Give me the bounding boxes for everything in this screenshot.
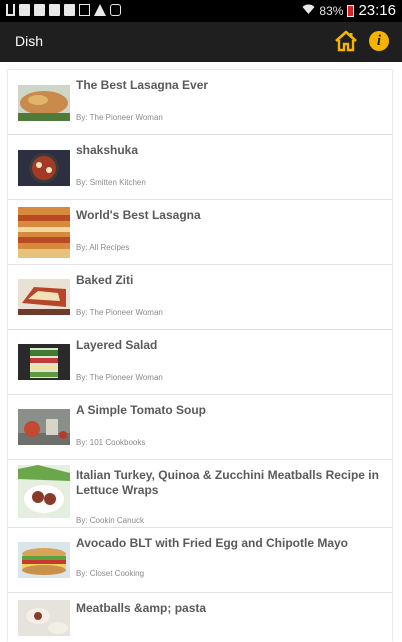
recipe-thumbnail (18, 85, 70, 121)
recipe-title: Layered Salad (76, 338, 158, 352)
recipe-author: By: The Pioneer Woman (76, 308, 163, 317)
status-indicators: 83% 23:16 (302, 2, 396, 19)
recipe-title: Baked Ziti (76, 273, 134, 287)
recipe-title: World's Best Lasagna (76, 208, 201, 222)
home-icon (335, 30, 357, 52)
list-item[interactable]: Meatballs &amp; pasta (8, 593, 392, 642)
recipe-title: A Simple Tomato Soup (76, 403, 207, 417)
home-button[interactable] (334, 29, 358, 53)
recipe-title: The Best Lasagna Ever (76, 78, 209, 92)
list-item[interactable]: World's Best Lasagna By: All Recipes (8, 200, 392, 265)
message-icon (19, 4, 30, 16)
recipe-author: By: All Recipes (76, 243, 130, 252)
usb-icon (6, 4, 15, 16)
recipe-title: Meatballs &amp; pasta (76, 601, 207, 615)
message-icon (34, 4, 45, 16)
recipe-title: Italian Turkey, Quinoa & Zucchini Meatba… (76, 468, 379, 497)
recipe-thumbnail (18, 150, 70, 186)
recipe-thumbnail (18, 600, 70, 636)
status-bar: 83% 23:16 (0, 0, 402, 22)
recipe-author: By: The Pioneer Woman (76, 113, 163, 122)
recipe-thumbnail (18, 465, 70, 518)
message-icon (64, 4, 75, 16)
message-icon (49, 4, 60, 16)
recipe-author: By: Closet Cooking (76, 569, 145, 578)
wifi-icon (302, 3, 315, 18)
list-item[interactable]: Italian Turkey, Quinoa & Zucchini Meatba… (8, 460, 392, 528)
info-button[interactable]: i (369, 31, 389, 51)
action-bar: Dish i (0, 22, 402, 62)
notification-icons (6, 4, 121, 16)
warning-icon (94, 4, 106, 16)
recipe-title: shakshuka (76, 143, 139, 157)
battery-icon (347, 4, 355, 17)
clock: 23:16 (358, 2, 396, 19)
list-item[interactable]: A Simple Tomato Soup By: 101 Cookbooks (8, 395, 392, 460)
recipe-thumbnail (18, 207, 70, 258)
list-item[interactable]: Layered Salad By: The Pioneer Woman (8, 330, 392, 395)
recipe-author: By: 101 Cookbooks (76, 438, 146, 447)
recipe-author: By: Cookin Canuck (76, 516, 145, 525)
list-item[interactable]: Avocado BLT with Fried Egg and Chipotle … (8, 528, 392, 593)
recipe-thumbnail (18, 409, 70, 445)
list-item[interactable]: shakshuka By: Smitten Kitchen (8, 135, 392, 200)
sync-icon (110, 4, 121, 16)
recipe-title: Avocado BLT with Fried Egg and Chipotle … (76, 536, 349, 550)
info-icon: i (376, 33, 382, 49)
list-item[interactable]: Baked Ziti By: The Pioneer Woman (8, 265, 392, 330)
recipe-author: By: Smitten Kitchen (76, 178, 146, 187)
app-title: Dish (15, 33, 44, 49)
recipe-thumbnail (18, 344, 70, 380)
image-icon (79, 4, 90, 16)
list-item[interactable]: The Best Lasagna Ever By: The Pioneer Wo… (8, 70, 392, 135)
recipe-thumbnail (18, 279, 70, 315)
battery-percent: 83% (319, 3, 344, 18)
recipe-thumbnail (18, 542, 70, 578)
recipe-author: By: The Pioneer Woman (76, 373, 163, 382)
